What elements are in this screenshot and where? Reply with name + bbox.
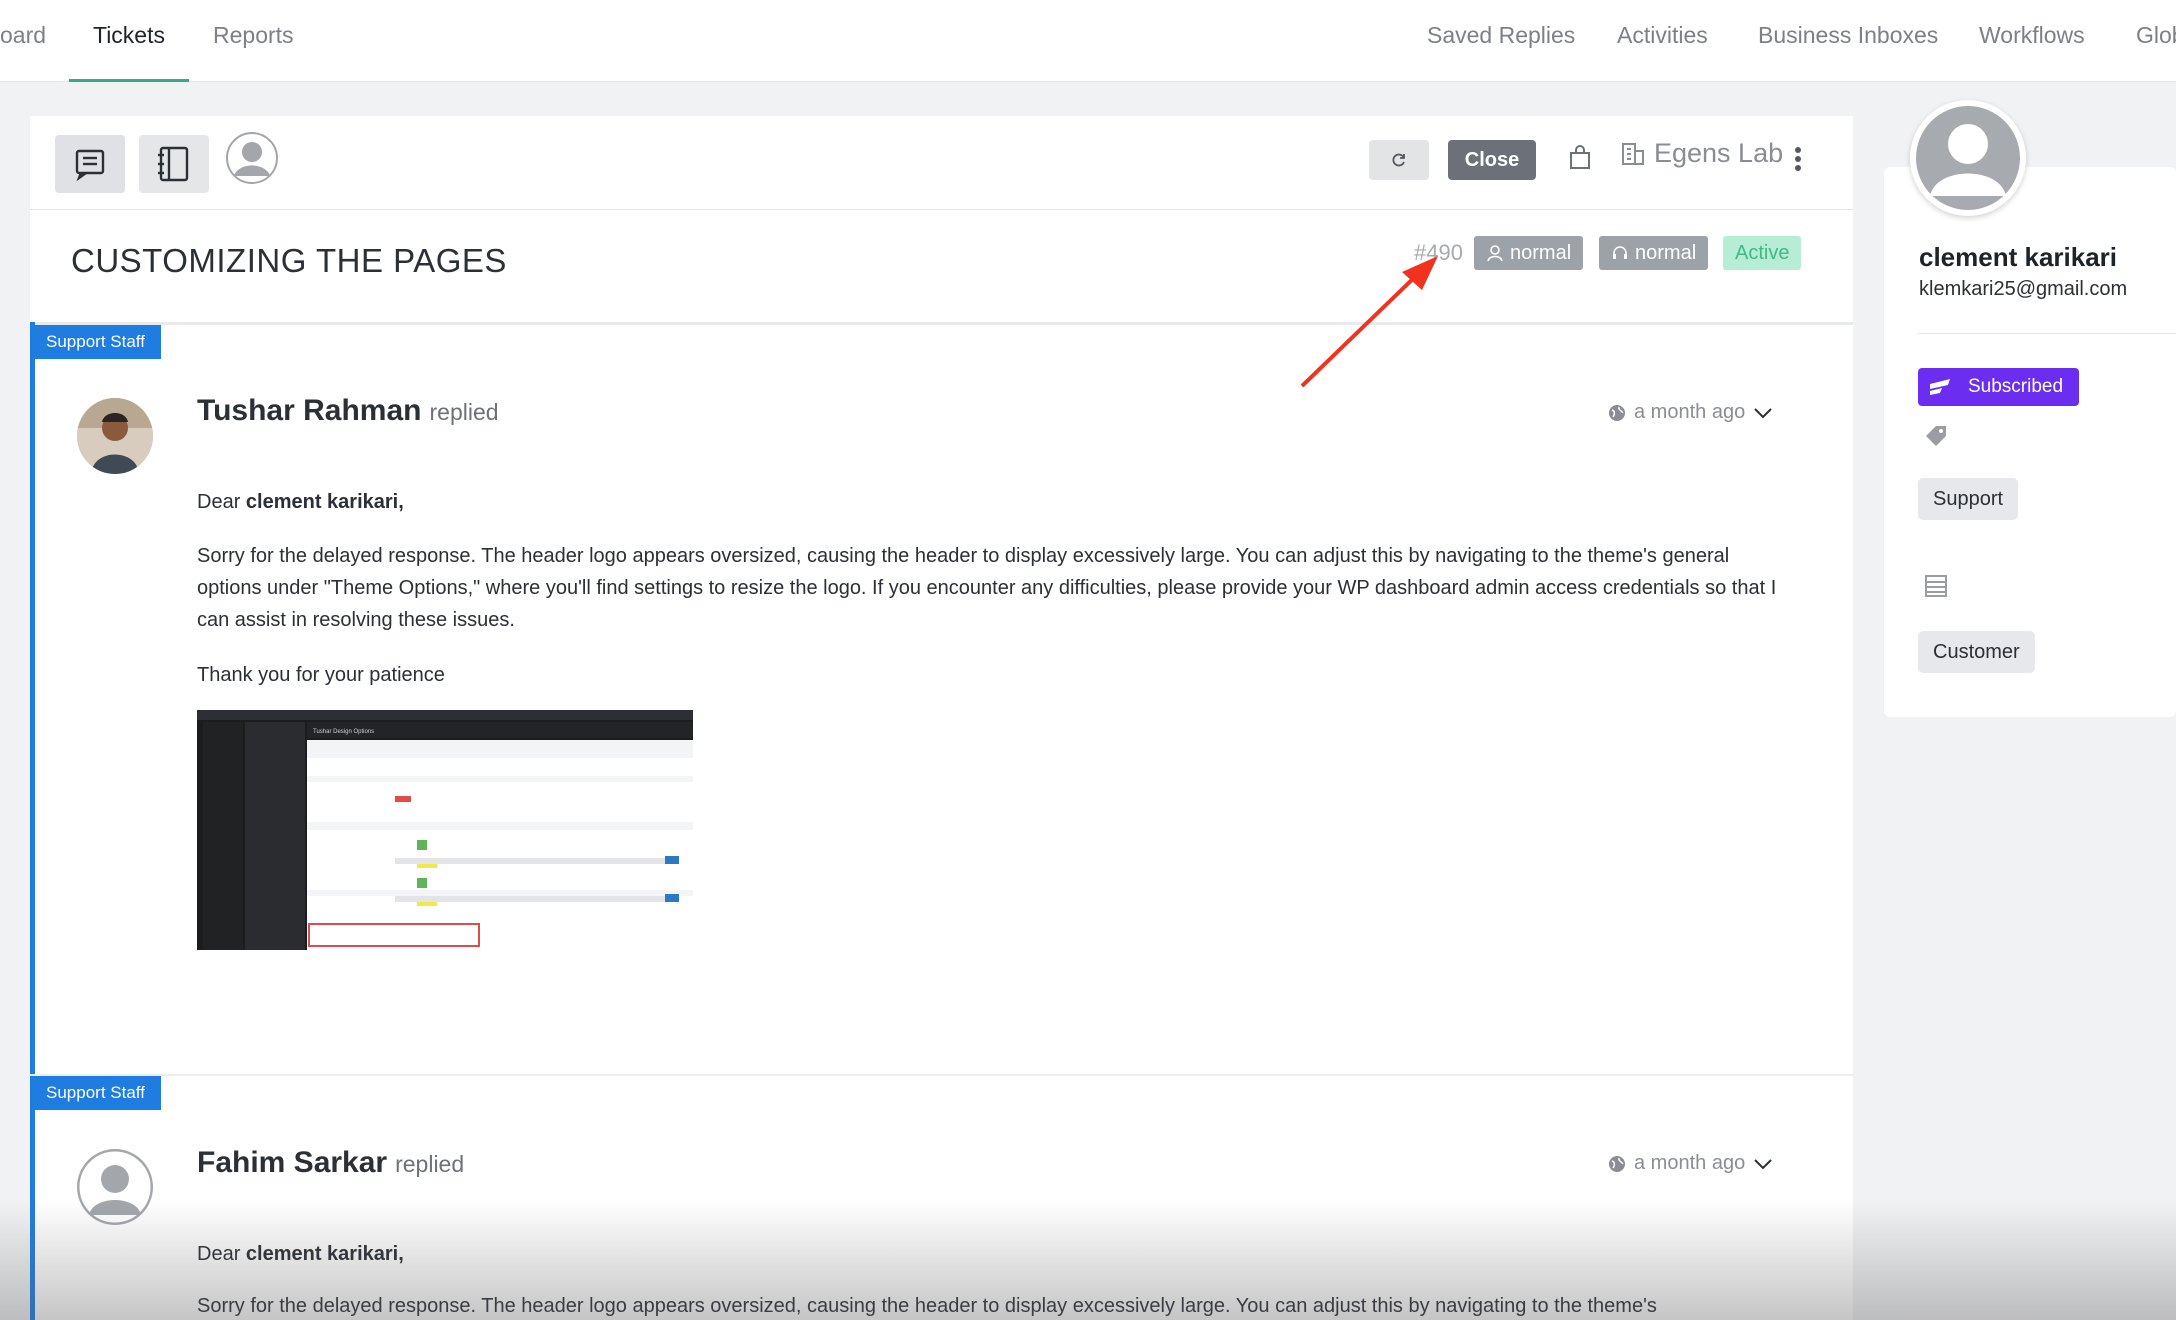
inbox-name: Egens Lab — [1654, 138, 1784, 168]
tag-icon — [1924, 424, 1948, 451]
close-ticket-button[interactable]: Close — [1448, 140, 1536, 180]
conversation-view-button[interactable] — [55, 135, 125, 193]
chevron-down-icon — [1754, 407, 1772, 418]
notebook-icon — [158, 146, 189, 182]
more-options-icon[interactable] — [1794, 146, 1802, 177]
greeting-prefix: Dear — [197, 491, 246, 513]
author-photo — [77, 398, 153, 474]
subscribed-badge[interactable]: Subscribed — [1918, 368, 2079, 406]
nav-global[interactable]: Glob — [2136, 22, 2176, 49]
nav-saved-replies[interactable]: Saved Replies — [1427, 22, 1575, 49]
reply-paragraph: Sorry for the delayed response. The head… — [197, 1295, 1657, 1317]
user-placeholder-icon — [1916, 106, 2020, 210]
shopping-bag-icon[interactable] — [1568, 144, 1592, 175]
nav-business-inboxes[interactable]: Business Inboxes — [1758, 22, 1938, 49]
top-navigation: oard Tickets Reports Saved Replies Activ… — [0, 0, 2176, 82]
status-badge: Active — [1723, 236, 1802, 270]
refresh-icon — [1392, 153, 1405, 167]
customer-priority-badge: normal — [1474, 236, 1584, 270]
nav-workflows[interactable]: Workflows — [1979, 22, 2085, 49]
attachment-screenshot[interactable]: Tushar Design Options — [197, 710, 693, 950]
assignee-avatar[interactable] — [226, 132, 278, 184]
reply-paragraph: Sorry for the delayed response. The head… — [197, 545, 1777, 631]
reply-greeting: Dear clement karikari, — [197, 1238, 1797, 1270]
nav-dashboard[interactable]: oard — [0, 22, 46, 49]
author-avatar — [77, 1149, 153, 1225]
globe-icon — [1609, 1155, 1625, 1172]
active-tab-indicator — [69, 79, 189, 82]
user-placeholder-icon — [77, 1149, 153, 1225]
customer-avatar — [1910, 100, 2026, 216]
globe-icon — [1609, 404, 1625, 421]
ticket-subject: CUSTOMIZING THE PAGES — [71, 242, 507, 279]
building-icon — [1622, 142, 1644, 165]
reply-time[interactable]: a month ago — [1608, 401, 1773, 424]
header-divider — [30, 322, 1853, 325]
agent-priority-badge: normal — [1599, 236, 1709, 270]
attachment-preview: Tushar Design Options — [197, 710, 693, 950]
nav-activities[interactable]: Activities — [1617, 22, 1708, 49]
customer-list-customer[interactable]: Customer — [1918, 631, 2035, 673]
greeting-prefix: Dear — [197, 1243, 246, 1265]
support-staff-tag: Support Staff — [30, 1076, 161, 1110]
author-avatar — [77, 398, 153, 474]
support-staff-tag: Support Staff — [30, 325, 161, 359]
time-label: a month ago — [1634, 401, 1746, 423]
reply-action: replied — [395, 1151, 465, 1177]
chevron-down-icon — [1754, 1158, 1772, 1169]
customer-email: klemkari25@gmail.com — [1919, 278, 2128, 300]
notes-view-button[interactable] — [139, 135, 209, 193]
agent-priority-label: normal — [1635, 241, 1697, 264]
time-label: a month ago — [1634, 1152, 1746, 1174]
profile-divider — [1918, 333, 2176, 334]
reply-author: Tushar Rahman replied — [197, 394, 499, 428]
refresh-button[interactable] — [1369, 140, 1429, 180]
nav-tickets[interactable]: Tickets — [93, 22, 165, 49]
reply-time[interactable]: a month ago — [1608, 1152, 1773, 1175]
reply-accent-bar — [30, 322, 35, 1074]
author-name: Fahim Sarkar — [197, 1146, 388, 1179]
author-name: Tushar Rahman — [197, 394, 422, 427]
user-icon — [1487, 245, 1503, 262]
fluentcrm-icon — [1930, 379, 1950, 395]
annotation-arrow — [1300, 256, 1438, 388]
user-placeholder-icon — [226, 132, 278, 184]
reply-action: replied — [429, 399, 499, 425]
customer-priority-label: normal — [1510, 241, 1572, 264]
nav-reports[interactable]: Reports — [213, 22, 294, 49]
greeting-name: clement karikari, — [245, 1243, 404, 1265]
list-icon — [1924, 574, 1948, 603]
customer-name: clement karikari — [1919, 242, 2118, 272]
customer-tag-support[interactable]: Support — [1918, 478, 2019, 520]
headset-icon — [1613, 246, 1627, 259]
subscribed-label: Subscribed — [1968, 376, 2064, 397]
reply-author: Fahim Sarkar replied — [197, 1146, 464, 1180]
reply-separator — [30, 1074, 1853, 1076]
attachment-title: Tushar Design Options — [313, 729, 374, 735]
reply-closing: Thank you for your patience — [197, 664, 445, 686]
ticket-card: Close Egens Lab CUSTOMIZING THE PAGES #4… — [30, 116, 1853, 1320]
reply-accent-bar — [30, 1076, 35, 1320]
ticket-toolbar: Close Egens Lab — [30, 116, 1853, 210]
reply-greeting: Dear clement karikari, — [197, 486, 1797, 518]
business-inbox-selector[interactable]: Egens Lab — [1620, 138, 1783, 169]
greeting-name: clement karikari, — [245, 491, 404, 513]
chat-icon — [75, 149, 105, 181]
